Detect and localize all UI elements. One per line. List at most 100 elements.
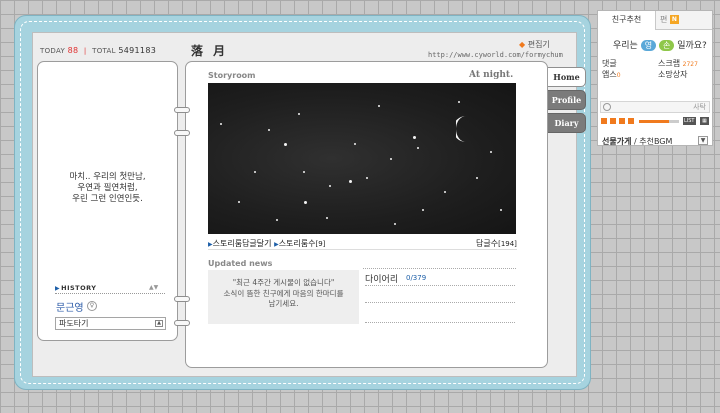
star-dot bbox=[303, 171, 305, 173]
storyroom-title: Storyroom bbox=[208, 71, 256, 80]
star-dot bbox=[366, 177, 368, 179]
tab-friend-recommend[interactable]: 친구추천 bbox=[598, 11, 656, 30]
storyroom-count-link[interactable]: 스토리룸수 bbox=[279, 239, 316, 248]
star-dot bbox=[500, 209, 502, 211]
stat-label: 댓글 bbox=[602, 59, 617, 68]
stat-wishbox[interactable]: 소망상자 bbox=[658, 70, 710, 81]
divider bbox=[365, 285, 515, 286]
star-dot bbox=[326, 217, 328, 219]
list-button[interactable]: LIST bbox=[683, 117, 696, 125]
chevron-down-icon[interactable]: ▼ bbox=[698, 136, 708, 145]
divider bbox=[365, 322, 515, 323]
triangle-icon: ▶ bbox=[55, 285, 61, 292]
today-label: TODAY bbox=[40, 47, 66, 55]
diary-link[interactable]: 다이어리 bbox=[365, 272, 398, 285]
bgm-shop-label: 선물가게 bbox=[602, 137, 632, 146]
star-dot bbox=[444, 191, 446, 193]
star-dot bbox=[417, 147, 419, 149]
counter-separator: | bbox=[83, 47, 87, 55]
binder-ring-icon bbox=[174, 296, 190, 302]
star-dot bbox=[422, 209, 424, 211]
divider bbox=[208, 249, 517, 250]
star-dot bbox=[390, 158, 392, 160]
storyroom-photo[interactable] bbox=[208, 83, 516, 234]
player-controls: LIST ▦ bbox=[601, 117, 711, 126]
menu-icon[interactable]: ▦ bbox=[700, 117, 709, 125]
star-dot bbox=[238, 201, 240, 203]
edit-arrow-icon: ◆ bbox=[519, 40, 526, 49]
total-label: TOTAL bbox=[92, 47, 116, 55]
chevron-up-icon[interactable]: ▲ bbox=[155, 320, 163, 327]
bgm-shop-link[interactable]: 선물가게 / 추천BGM bbox=[602, 136, 672, 147]
binder-ring-icon bbox=[174, 130, 190, 136]
photo-title: At night. bbox=[469, 70, 514, 80]
stat-label: 앱스 bbox=[602, 70, 617, 79]
history-toggle-icon[interactable]: ▲▼ bbox=[149, 284, 158, 291]
next-icon[interactable] bbox=[628, 118, 634, 124]
updated-news-title: Updated news bbox=[208, 259, 273, 268]
tab-edit[interactable]: 편 N bbox=[660, 11, 679, 30]
tab-home[interactable]: Home bbox=[548, 67, 586, 87]
stat-num: 0 bbox=[616, 72, 621, 79]
wave-select-value: 파도타기 bbox=[59, 319, 89, 328]
binder-ring-icon bbox=[174, 107, 190, 113]
reply-link[interactable]: 스토리룸답글달기 bbox=[213, 239, 272, 248]
question-after: 일까요? bbox=[677, 41, 707, 51]
moon-icon bbox=[456, 116, 466, 142]
star-dot bbox=[304, 201, 307, 204]
message-line: "최근 4주간 게시물이 없습니다" bbox=[232, 278, 335, 287]
stop-icon[interactable] bbox=[601, 118, 607, 124]
stat-num: 2727 bbox=[682, 61, 698, 68]
diary-count: 0/379 bbox=[406, 274, 427, 282]
divider bbox=[363, 268, 516, 269]
stat-comments[interactable]: 댓글 bbox=[602, 59, 654, 70]
binder-ring-icon bbox=[174, 320, 190, 326]
star-dot bbox=[349, 180, 352, 183]
quote-line: 우린 그런 인연인듯. bbox=[72, 194, 143, 204]
play-icon[interactable] bbox=[610, 118, 616, 124]
no-button[interactable]: 손 bbox=[658, 40, 675, 51]
star-dot bbox=[268, 129, 270, 131]
site-title: 落 月 bbox=[191, 44, 229, 58]
side-widget: 친구추천 편 N 우리는 영 손 일까요? 댓글 스크랩 2727 앱스0 소망… bbox=[597, 10, 713, 146]
new-badge: N bbox=[669, 15, 679, 24]
stat-label: 소망상자 bbox=[658, 70, 688, 79]
divider bbox=[55, 293, 165, 294]
history-label-text: HISTORY bbox=[61, 284, 97, 292]
yes-button[interactable]: 영 bbox=[640, 40, 657, 51]
comment-label: 답글수 bbox=[476, 239, 499, 248]
owner-name[interactable]: 문근영 bbox=[56, 299, 84, 314]
stat-scrap[interactable]: 스크랩 2727 bbox=[658, 59, 710, 70]
star-dot bbox=[284, 143, 287, 146]
comment-count: [194] bbox=[498, 240, 517, 248]
homepage-url[interactable]: http://www.cyworld.com/formychum bbox=[428, 51, 563, 59]
star-dot bbox=[490, 151, 492, 153]
gender-icon: ♀ bbox=[87, 301, 97, 311]
comment-count-link[interactable]: 답글수[194] bbox=[476, 238, 517, 249]
tab-diary[interactable]: Diary bbox=[548, 113, 586, 133]
bgm-recommend-label: / 추천BGM bbox=[634, 137, 673, 146]
stat-label: 스크랩 bbox=[658, 59, 681, 68]
edit-link[interactable]: ◆ 편집기 bbox=[519, 39, 550, 50]
divider bbox=[365, 302, 515, 303]
star-dot bbox=[254, 171, 256, 173]
widget-tabs: 친구추천 편 N bbox=[598, 11, 712, 30]
edit-link-label: 편집기 bbox=[527, 40, 550, 49]
stat-apps[interactable]: 앱스0 bbox=[602, 70, 654, 81]
wave-select[interactable]: 파도타기 ▲ bbox=[55, 317, 166, 330]
total-count: 5491183 bbox=[118, 46, 157, 55]
updated-news-message: "최근 4주간 게시물이 없습니다" 소식이 뜸한 친구에게 마음의 한마디를 … bbox=[208, 278, 359, 310]
bgm-player[interactable]: 사탁 bbox=[600, 101, 710, 113]
tab-profile[interactable]: Profile bbox=[548, 90, 586, 110]
prev-icon[interactable] bbox=[619, 118, 625, 124]
history-label[interactable]: ▶HISTORY bbox=[55, 284, 96, 292]
disc-icon bbox=[603, 103, 611, 111]
visitor-counter: TODAY 88 | TOTAL 5491183 bbox=[40, 46, 156, 55]
quote-line: 우연과 필연처럼, bbox=[77, 183, 138, 193]
star-dot bbox=[458, 101, 460, 103]
message-line: 소식이 뜸한 친구에게 마음의 한마디를 bbox=[223, 288, 344, 298]
star-dot bbox=[354, 143, 356, 145]
storyroom-links: ▶스토리룸답글달기 ▶스토리룸수[9] bbox=[208, 238, 325, 249]
friend-question: 우리는 영 손 일까요? bbox=[613, 38, 707, 51]
star-dot bbox=[298, 113, 300, 115]
